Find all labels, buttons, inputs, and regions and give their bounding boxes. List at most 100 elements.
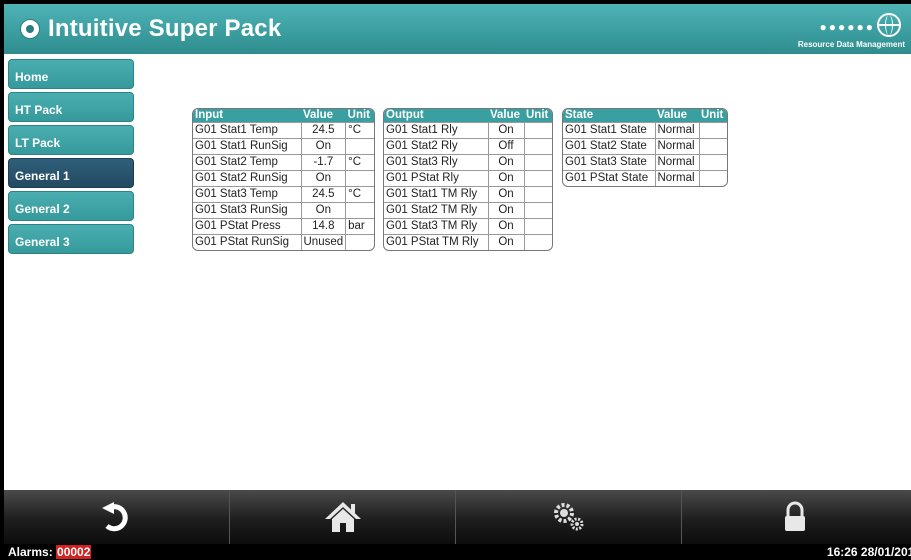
value-cell: On	[301, 202, 347, 219]
point-name-cell: G01 PStat State	[563, 170, 656, 186]
value-cell: On	[301, 138, 347, 155]
nav-general-3[interactable]: General 3	[8, 224, 134, 254]
value-cell: On	[488, 218, 525, 235]
point-name-cell: G01 Stat1 RunSig	[193, 138, 302, 155]
unit-cell	[345, 202, 374, 219]
nav-lt-pack[interactable]: LT Pack	[8, 125, 134, 155]
value-cell: -1.7	[301, 154, 347, 171]
col-header: Value	[301, 109, 346, 123]
home-button[interactable]	[230, 490, 456, 544]
app-window: Intuitive Super Pack ●●●●●● Resource Dat…	[4, 4, 911, 560]
home-icon[interactable]	[20, 19, 40, 39]
point-name-cell: G01 Stat3 State	[563, 154, 656, 171]
value-cell: On	[488, 170, 525, 187]
unit-cell	[524, 122, 552, 139]
point-name-cell: G01 Stat2 Rly	[384, 138, 489, 155]
alarm-count-badge: 00002	[56, 545, 92, 559]
globe-icon	[877, 13, 901, 37]
table-row: G01 PStat RunSig Unused	[193, 234, 374, 250]
value-cell: 24.5	[301, 186, 347, 203]
lock-button[interactable]	[682, 490, 908, 544]
point-name-cell: G01 PStat Rly	[384, 170, 489, 187]
state-table: State Value Unit G01 Stat1 State Normal G0…	[562, 108, 728, 187]
back-arrow-icon	[101, 502, 128, 532]
back-button[interactable]	[4, 490, 230, 544]
unit-cell	[699, 122, 727, 139]
brand-dots: ●●●●●●	[819, 20, 875, 34]
point-name-cell: G01 Stat2 State	[563, 138, 656, 155]
home-icon	[324, 502, 361, 532]
unit-cell	[699, 154, 727, 171]
table-row: G01 PStat Rly On	[384, 170, 552, 187]
brand-text: Resource Data Management	[797, 40, 905, 49]
table-row: G01 PStat State Normal	[563, 170, 727, 186]
table-row: G01 Stat1 Temp 24.5 °C	[193, 122, 374, 139]
nav-general-1[interactable]: General 1	[8, 158, 134, 188]
col-header: Value	[655, 109, 699, 123]
point-name-cell: G01 Stat1 State	[563, 122, 656, 139]
point-name-cell: G01 PStat RunSig	[193, 234, 302, 250]
table-row: G01 Stat2 State Normal	[563, 138, 727, 155]
table-row: G01 PStat TM Rly On	[384, 234, 552, 250]
col-header: Value	[488, 109, 524, 123]
col-header: Output	[384, 109, 488, 123]
point-name-cell: G01 Stat3 RunSig	[193, 202, 302, 219]
unit-cell	[524, 170, 552, 187]
settings-button[interactable]	[456, 490, 682, 544]
point-name-cell: G01 Stat2 RunSig	[193, 170, 302, 187]
unit-cell	[524, 138, 552, 155]
table-row: G01 Stat3 Rly On	[384, 154, 552, 171]
table-row: G01 Stat1 RunSig On	[193, 138, 374, 155]
table-row: G01 Stat2 Temp -1.7 °C	[193, 154, 374, 171]
point-name-cell: G01 Stat3 Rly	[384, 154, 489, 171]
value-cell: On	[301, 170, 347, 187]
lock-icon	[785, 501, 805, 531]
alarms-indicator[interactable]: Alarms: 00002	[8, 545, 92, 559]
value-cell: 14.8	[301, 218, 347, 235]
point-name-cell: G01 Stat2 Temp	[193, 154, 302, 171]
value-cell: On	[488, 122, 525, 139]
value-cell: Unused	[301, 234, 347, 250]
col-header: Unit	[699, 109, 727, 123]
unit-cell	[524, 186, 552, 203]
col-header: State	[563, 109, 655, 123]
status-bar: Alarms: 00002 16:26 28/01/2019	[4, 544, 911, 560]
table-row: G01 Stat2 TM Rly On	[384, 202, 552, 219]
value-cell: On	[488, 234, 525, 250]
unit-cell	[699, 170, 727, 186]
value-cell: On	[488, 186, 525, 203]
unit-cell: °C	[345, 186, 374, 203]
unit-cell: °C	[345, 154, 374, 171]
app-title: Intuitive Super Pack	[48, 15, 282, 42]
point-name-cell: G01 Stat2 TM Rly	[384, 202, 489, 219]
unit-cell	[345, 138, 374, 155]
clock: 16:26 28/01/2019	[826, 545, 911, 559]
unit-cell	[524, 234, 552, 250]
value-cell: Normal	[655, 170, 700, 186]
col-header: Unit	[345, 109, 374, 123]
value-cell: On	[488, 202, 525, 219]
value-cell: 24.5	[301, 122, 347, 139]
unit-cell	[345, 170, 374, 187]
output-table: Output Value Unit G01 Stat1 Rly On G01 Sta…	[383, 108, 553, 251]
alarms-label: Alarms:	[8, 545, 53, 559]
point-name-cell: G01 Stat1 TM Rly	[384, 186, 489, 203]
value-cell: Normal	[655, 122, 700, 139]
point-name-cell: G01 Stat1 Temp	[193, 122, 302, 139]
bottom-toolbar	[4, 490, 911, 544]
unit-cell	[345, 234, 374, 250]
input-table: Input Value Unit G01 Stat1 Temp 24.5 °C G01…	[192, 108, 375, 251]
unit-cell	[524, 202, 552, 219]
nav-ht-pack[interactable]: HT Pack	[8, 92, 134, 122]
col-header: Input	[193, 109, 301, 123]
value-cell: Normal	[655, 154, 700, 171]
nav-general-2[interactable]: General 2	[8, 191, 134, 221]
col-header: Unit	[524, 109, 552, 123]
unit-cell	[524, 154, 552, 171]
table-row: G01 Stat3 State Normal	[563, 154, 727, 171]
unit-cell: bar	[345, 218, 374, 235]
table-row: G01 Stat1 State Normal	[563, 122, 727, 139]
point-name-cell: G01 PStat TM Rly	[384, 234, 489, 250]
nav-home[interactable]: Home	[8, 59, 134, 89]
table-row: G01 Stat3 Temp 24.5 °C	[193, 186, 374, 203]
